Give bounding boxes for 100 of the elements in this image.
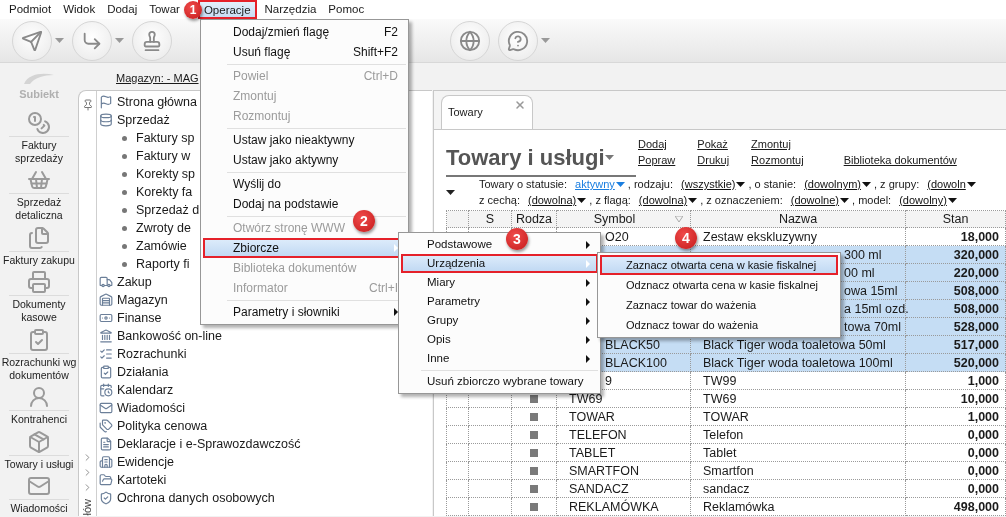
title-caret-icon — [604, 155, 614, 160]
menu-bar-item[interactable]: Dodaj — [103, 0, 142, 19]
filter-dropdown[interactable]: (wszystkie) — [681, 176, 746, 192]
filter-dropdown[interactable]: (dowolnym) — [804, 176, 871, 192]
toolbar-button[interactable] — [132, 20, 172, 61]
table-cell: BLACK50 — [605, 337, 660, 352]
menu-item[interactable]: Wyślij do — [203, 174, 406, 194]
tree-item[interactable]: Faktury sp — [136, 128, 195, 148]
menu-item[interactable]: Odznacz otwarta cena w kasie fiskalnej — [600, 275, 838, 295]
menu-bar-item[interactable]: Pomoc — [324, 0, 369, 19]
pin-icon — [81, 99, 94, 111]
toolbar-button[interactable] — [498, 20, 538, 61]
filter-dropdown[interactable]: (dowolna) — [527, 192, 587, 208]
menu-bar-item[interactable]: Operacje — [197, 0, 257, 19]
filter-dropdown[interactable]: (dowolny) — [899, 192, 957, 208]
tree-item[interactable]: Kalendarz — [117, 380, 174, 400]
column-header[interactable]: Stan — [905, 210, 1006, 228]
menu-bar-item[interactable]: Towar — [145, 0, 184, 19]
tree-item[interactable]: Faktury w — [136, 146, 191, 166]
filter-dropdown[interactable]: (dowolna) — [638, 192, 698, 208]
toolbar-button[interactable] — [12, 20, 52, 61]
tree-item[interactable]: Rozrachunki — [117, 344, 187, 364]
tree-item[interactable]: Kartoteki — [117, 470, 167, 490]
tree-item[interactable]: Finanse — [117, 308, 162, 328]
action-link[interactable]: Biblioteka dokumentów — [843, 152, 957, 168]
nav-item[interactable]: Dokumenty kasowe — [0, 270, 78, 325]
nav-item[interactable]: Faktury sprzedaży — [0, 111, 78, 165]
tree-item[interactable]: Sprzedaż d — [136, 200, 200, 220]
table-cell: REKLAMÓWKA — [569, 499, 659, 514]
tree-item[interactable]: Raporty fi — [136, 254, 190, 274]
table-cell: owa 15ml — [844, 283, 898, 298]
action-link[interactable]: Drukuj — [697, 152, 730, 168]
clipboard-check-icon — [27, 327, 51, 352]
tree-item[interactable]: Działania — [117, 362, 169, 382]
menu-item[interactable]: Zaznacz towar do ważenia — [600, 295, 838, 315]
caret-icon — [840, 197, 850, 203]
menu-item[interactable]: Ustaw jako aktywny — [203, 150, 406, 170]
menu-item[interactable]: Zaznacz otwarta cena w kasie fiskalnej — [600, 255, 838, 275]
toolbar-button[interactable] — [450, 20, 490, 61]
submenu-arrow-icon — [586, 297, 590, 306]
action-link[interactable]: Rozmontuj — [751, 152, 804, 168]
tree-item[interactable]: Deklaracje i e-Sprawozdawczość — [117, 434, 301, 454]
menu-item[interactable]: Parametry — [401, 292, 598, 311]
menu-bar-item[interactable]: Narzędzia — [260, 0, 321, 19]
nav-item[interactable]: Faktury zakupu — [0, 225, 78, 267]
menu-bar-item[interactable]: Podmiot — [5, 0, 56, 19]
nav-item[interactable]: Sprzedaż detaliczna — [0, 168, 78, 223]
table-cell: 520,000 — [953, 355, 999, 370]
menu-bar-item[interactable]: Widok — [59, 0, 100, 19]
table-cell: 300 ml — [844, 247, 882, 262]
tree-item[interactable]: Korekty fa — [136, 182, 193, 202]
table-cell: TW69 — [569, 391, 603, 406]
nav-item[interactable]: Kontrahenci — [0, 385, 78, 427]
package-icon — [27, 429, 51, 454]
close-icon[interactable] — [514, 99, 526, 111]
tree-item[interactable]: Ochrona danych osobowych — [117, 488, 275, 508]
tree-item[interactable]: Magazyn — [117, 290, 168, 310]
menu-item[interactable]: Usuń flagę Shift+F2 — [203, 42, 406, 62]
column-header[interactable]: S — [468, 210, 512, 228]
bullet-icon — [122, 261, 127, 267]
tree-item[interactable]: Polityka cenowa — [117, 416, 208, 436]
filter-dropdown[interactable]: (dowoln — [927, 176, 976, 192]
tree-item[interactable]: Zakup — [117, 272, 152, 292]
nav-item[interactable]: Towary i usługi — [0, 429, 78, 471]
filter-dropdown[interactable]: aktywny — [575, 176, 625, 192]
tree-item[interactable]: Strona główna — [117, 92, 197, 112]
column-header[interactable]: Nazwa — [690, 210, 906, 228]
send-arrow-icon — [21, 29, 43, 52]
store-link[interactable]: Magazyn: - MAG — [116, 69, 199, 86]
menu-item[interactable]: Urządzenia — [401, 254, 598, 273]
person-icon — [27, 385, 51, 410]
action-link[interactable]: Dodaj — [638, 136, 676, 152]
tree-item[interactable]: Ewidencje — [117, 452, 174, 472]
tree-item[interactable]: Korekty sp — [136, 164, 196, 184]
tree-item[interactable]: Bankowość on-line — [117, 326, 222, 346]
column-header[interactable]: Symbol — [556, 210, 691, 228]
page-title[interactable]: Towary i usługi — [446, 141, 605, 174]
menu-item[interactable]: Ustaw jako nieaktywny — [203, 130, 406, 150]
filter-dropdown[interactable]: (dowolne) — [790, 192, 850, 208]
tree-item[interactable]: Sprzedaż — [117, 110, 170, 130]
nav-item[interactable]: Wiadomości — [0, 473, 78, 515]
column-header[interactable]: Rodza — [511, 210, 557, 228]
menu-item[interactable]: Miary — [401, 273, 598, 292]
tree-item[interactable]: Zamówie — [136, 236, 187, 256]
table-cell: Reklamówka — [703, 499, 775, 514]
filter-label: , model: — [852, 193, 892, 208]
tab[interactable]: Towary — [441, 95, 533, 129]
action-link[interactable]: Pokaż — [697, 136, 730, 152]
toolbar-button[interactable] — [72, 20, 112, 61]
tree-item[interactable]: Wiadomości — [117, 398, 186, 418]
action-link[interactable]: Popraw — [638, 152, 676, 168]
action-link[interactable]: Zmontuj — [751, 136, 804, 152]
bullet-icon — [122, 225, 127, 231]
menu-item[interactable]: Odznacz towar do ważenia — [600, 315, 838, 335]
menu-item[interactable]: Grupy — [401, 311, 598, 330]
tree-item[interactable]: Zwroty de — [136, 218, 191, 238]
filter-label: , z flagą: — [589, 193, 631, 208]
nav-item[interactable]: Rozrachunki wg dokumentów — [0, 327, 78, 382]
menu-item[interactable]: Dodaj/zmień flagę F2 — [203, 22, 406, 42]
dropdown-caret-icon — [115, 38, 124, 43]
